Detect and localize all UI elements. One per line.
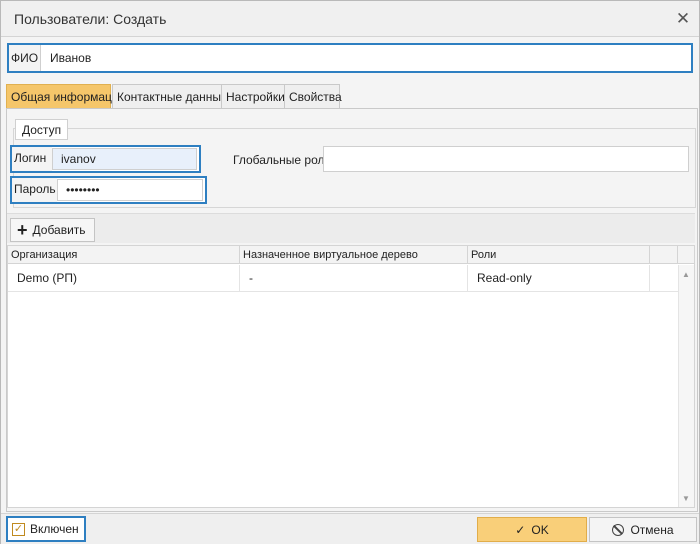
access-legend: Доступ — [15, 119, 69, 140]
global-roles-label: Глобальные роли — [233, 153, 332, 167]
cell-roles: Read-only — [468, 265, 650, 292]
dialog-footer: ✓ Включен ✓ OK Отмена — [1, 513, 699, 544]
fio-label: ФИО — [9, 45, 41, 71]
ok-button-label: OK — [531, 522, 549, 537]
checkmark-icon: ✓ — [12, 522, 25, 536]
global-roles-input[interactable] — [323, 146, 689, 172]
table-row[interactable]: Demo (РП) - Read-only — [8, 265, 678, 292]
password-input[interactable] — [57, 179, 203, 201]
add-button-label: Добавить — [32, 223, 86, 237]
check-icon: ✓ — [515, 522, 526, 537]
ok-button[interactable]: ✓ OK — [477, 517, 587, 542]
fio-field: ФИО — [7, 43, 693, 73]
password-label: Пароль — [12, 178, 57, 202]
tab-settings[interactable]: Настройки — [221, 84, 285, 109]
column-header-extra — [650, 246, 678, 264]
close-icon[interactable]: ✕ — [673, 9, 693, 29]
cancel-button[interactable]: Отмена — [589, 517, 697, 542]
column-header-organization[interactable]: Организация — [8, 246, 240, 264]
grid-scrollbar[interactable]: ▲ ▼ — [678, 265, 694, 507]
plus-icon: + — [17, 220, 28, 240]
password-field: Пароль — [10, 176, 207, 204]
scroll-up-icon[interactable]: ▲ — [682, 270, 690, 279]
title-bar: Пользователи: Создать ✕ — [1, 1, 699, 37]
dialog-title: Пользователи: Создать — [14, 11, 167, 27]
enabled-checkbox[interactable]: ✓ Включен — [6, 516, 86, 542]
enabled-label: Включен — [30, 522, 79, 536]
login-input[interactable] — [52, 148, 197, 170]
add-button[interactable]: + Добавить — [10, 218, 95, 242]
scroll-down-icon[interactable]: ▼ — [682, 494, 690, 503]
login-label: Логин — [12, 147, 52, 171]
organizations-grid: Организация Назначенное виртуальное дере… — [7, 245, 695, 508]
tab-general-info[interactable]: Общая информация — [6, 84, 125, 109]
user-create-dialog: Пользователи: Создать ✕ ФИО Общая информ… — [0, 0, 700, 544]
cell-virtual-tree: - — [240, 265, 468, 292]
grid-toolbar: + Добавить — [7, 213, 695, 243]
fio-input[interactable] — [42, 45, 691, 71]
login-field: Логин — [10, 145, 201, 173]
tab-properties[interactable]: Свойства — [284, 84, 342, 109]
cancel-icon — [612, 523, 625, 536]
cell-organization: Demo (РП) — [8, 265, 240, 292]
grid-header: Организация Назначенное виртуальное дере… — [8, 246, 694, 264]
column-header-virtual-tree[interactable]: Назначенное виртуальное дерево — [240, 246, 468, 264]
cancel-button-label: Отмена — [630, 522, 674, 537]
column-header-roles[interactable]: Роли — [468, 246, 650, 264]
tab-contact-data[interactable]: Контактные данные — [112, 84, 228, 109]
